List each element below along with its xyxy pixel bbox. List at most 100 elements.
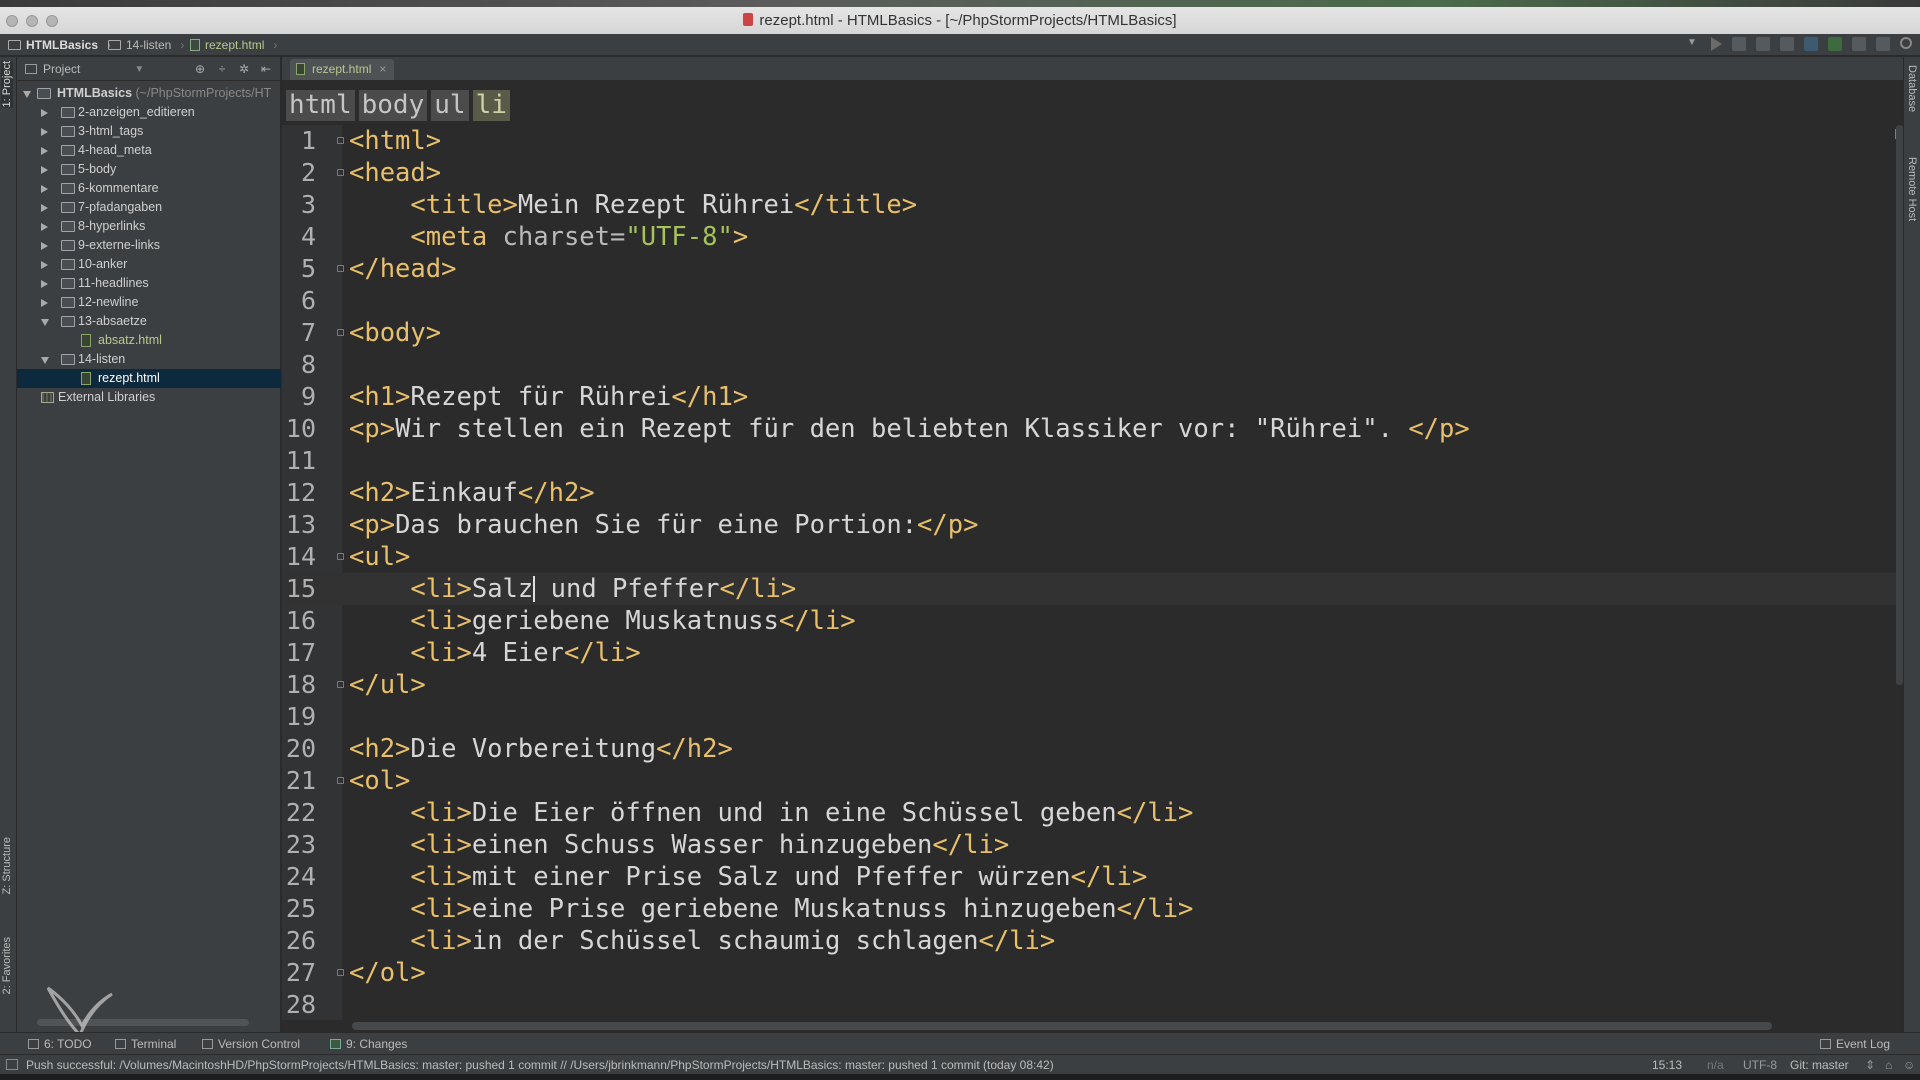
collapse-arrow-icon[interactable] xyxy=(41,280,48,288)
tree-item[interactable]: 5-body xyxy=(17,160,281,179)
line-separator-status[interactable]: n/a xyxy=(1707,1058,1724,1072)
run-config-dropdown-icon[interactable]: ▼ xyxy=(1687,37,1701,51)
search-icon[interactable] xyxy=(1900,37,1912,49)
tab-remote-host-tool[interactable]: Remote Host xyxy=(1906,157,1918,221)
event-log-button[interactable]: Event Log xyxy=(1819,1037,1890,1051)
nav-crumb-file[interactable]: rezept.html › xyxy=(190,38,277,52)
line-number: 15 xyxy=(285,574,316,603)
inspector-icon[interactable]: ☺ xyxy=(1903,1058,1915,1072)
collapse-arrow-icon[interactable] xyxy=(41,261,48,269)
debug-icon[interactable] xyxy=(1732,37,1746,51)
file-encoding[interactable]: UTF-8 xyxy=(1743,1058,1777,1072)
fold-marker-icon[interactable] xyxy=(337,265,344,272)
undo-icon[interactable] xyxy=(1876,37,1890,51)
tree-file-selected[interactable]: rezept.html xyxy=(17,369,281,388)
tag-crumb-body[interactable]: body xyxy=(358,90,428,121)
code-text: <h1>Rezept für Rührei</h1> xyxy=(349,382,749,412)
code-line: 24 <li>mit einer Prise Salz und Pfeffer … xyxy=(282,861,1903,893)
line-number: 3 xyxy=(300,190,316,219)
scroll-from-source-icon[interactable]: ⊕ xyxy=(194,63,206,75)
toggle-tool-windows-icon[interactable] xyxy=(6,1059,18,1070)
collapse-arrow-icon[interactable] xyxy=(41,185,48,193)
tree-item[interactable]: 7-pfadangaben xyxy=(17,198,281,217)
changes-tool-button[interactable]: 9: Changes xyxy=(330,1037,407,1051)
tag-crumb-html[interactable]: html xyxy=(286,90,355,121)
tab-database-tool[interactable]: Database xyxy=(1906,65,1918,112)
hide-panel-icon[interactable]: ⇤ xyxy=(260,63,272,75)
expand-arrow-icon[interactable] xyxy=(23,91,31,98)
tree-item[interactable]: 8-hyperlinks xyxy=(17,217,281,236)
line-number: 14 xyxy=(285,542,316,571)
tree-item[interactable]: 10-anker xyxy=(17,255,281,274)
fold-marker-icon[interactable] xyxy=(337,553,344,560)
tree-item[interactable]: 11-headlines xyxy=(17,274,281,293)
tree-file-label: rezept.html xyxy=(98,371,160,385)
collapse-arrow-icon[interactable] xyxy=(41,109,48,117)
code-line: 18 </ul> xyxy=(282,669,1903,701)
code-editor[interactable]: 1 <html> 2 <head> 3 <title>Mein Rezept Rüh… xyxy=(282,125,1905,1020)
code-line: 11 xyxy=(282,445,1903,477)
editor-horizontal-scrollbar[interactable] xyxy=(352,1022,1772,1030)
collapse-arrow-icon[interactable] xyxy=(41,128,48,136)
fold-marker-icon[interactable] xyxy=(337,137,344,144)
collapse-arrow-icon[interactable] xyxy=(41,204,48,212)
status-message[interactable]: Push successful: /Volumes/MacintoshHD/Ph… xyxy=(26,1058,1054,1072)
tree-item[interactable]: 3-html_tags xyxy=(17,122,281,141)
code-text: <html> xyxy=(349,126,442,156)
expand-arrow-icon[interactable] xyxy=(41,319,49,326)
close-tab-icon[interactable]: × xyxy=(379,62,386,76)
line-number: 22 xyxy=(285,798,316,827)
tree-item-label: 14-listen xyxy=(78,352,126,366)
build-icon[interactable] xyxy=(1780,37,1794,51)
fold-marker-icon[interactable] xyxy=(337,969,344,976)
tab-favorites-tool[interactable]: 2: Favorites xyxy=(1,937,13,994)
tree-external-libraries[interactable]: External Libraries xyxy=(17,388,281,407)
collapse-all-icon[interactable]: ÷ xyxy=(216,63,228,75)
chevron-updown-icon[interactable]: ⇕ xyxy=(1865,1058,1875,1072)
collapse-arrow-icon[interactable] xyxy=(41,299,48,307)
tree-root[interactable]: HTMLBasics (~/PhpStormProjects/HT xyxy=(17,84,281,103)
terminal-tool-button[interactable]: Terminal xyxy=(115,1037,176,1051)
tree-item[interactable]: 12-newline xyxy=(17,293,281,312)
project-tree: HTMLBasics (~/PhpStormProjects/HT 2-anze… xyxy=(17,84,281,407)
editor-vertical-scrollbar[interactable] xyxy=(1896,125,1903,685)
version-control-tool-button[interactable]: Version Control xyxy=(202,1037,300,1051)
fold-marker-icon[interactable] xyxy=(337,777,344,784)
coverage-icon[interactable] xyxy=(1756,37,1770,51)
code-line: 17 <li>4 Eier</li> xyxy=(282,637,1903,669)
fold-marker-icon[interactable] xyxy=(337,681,344,688)
tree-item[interactable]: 4-head_meta xyxy=(17,141,281,160)
collapse-arrow-icon[interactable] xyxy=(41,166,48,174)
collapse-arrow-icon[interactable] xyxy=(41,147,48,155)
vcs-commit-icon[interactable] xyxy=(1828,37,1842,51)
collapse-arrow-icon[interactable] xyxy=(41,242,48,250)
vcs-update-icon[interactable] xyxy=(1804,37,1818,51)
project-view-selector[interactable]: Project ▼ xyxy=(25,62,144,76)
vcs-compare-icon[interactable] xyxy=(1852,37,1866,51)
code-text: <p>Das brauchen Sie für eine Portion:</p… xyxy=(349,510,979,540)
collapse-arrow-icon[interactable] xyxy=(41,223,48,231)
caret-position[interactable]: 15:13 xyxy=(1652,1058,1682,1072)
nav-crumb-folder[interactable]: 14-listen › xyxy=(108,38,184,52)
tree-item[interactable]: 2-anzeigen_editieren xyxy=(17,103,281,122)
todo-tool-button[interactable]: 6: TODO xyxy=(28,1037,92,1051)
fold-marker-icon[interactable] xyxy=(337,329,344,336)
run-icon[interactable] xyxy=(1711,37,1722,51)
nav-crumb-project[interactable]: HTMLBasics › xyxy=(8,38,111,52)
tree-file[interactable]: absatz.html xyxy=(17,331,281,350)
tree-item[interactable]: 9-externe-links xyxy=(17,236,281,255)
git-branch[interactable]: Git: master xyxy=(1790,1058,1849,1072)
tab-structure-tool[interactable]: Z: Structure xyxy=(1,837,13,894)
tag-crumb-li[interactable]: li xyxy=(472,90,510,121)
fold-marker-icon[interactable] xyxy=(337,169,344,176)
tab-rezept-html[interactable]: rezept.html × xyxy=(290,59,395,80)
tree-item[interactable]: 14-listen xyxy=(17,350,281,369)
tag-crumb-ul[interactable]: ul xyxy=(431,90,469,121)
tab-project-tool[interactable]: 1: Project xyxy=(1,61,13,108)
expand-arrow-icon[interactable] xyxy=(41,357,49,364)
lock-icon[interactable]: ⌂ xyxy=(1885,1058,1892,1072)
tree-item[interactable]: 6-kommentare xyxy=(17,179,281,198)
line-number: 20 xyxy=(285,734,316,763)
tree-item[interactable]: 13-absaetze xyxy=(17,312,281,331)
gear-icon[interactable]: ✲ xyxy=(238,63,250,75)
